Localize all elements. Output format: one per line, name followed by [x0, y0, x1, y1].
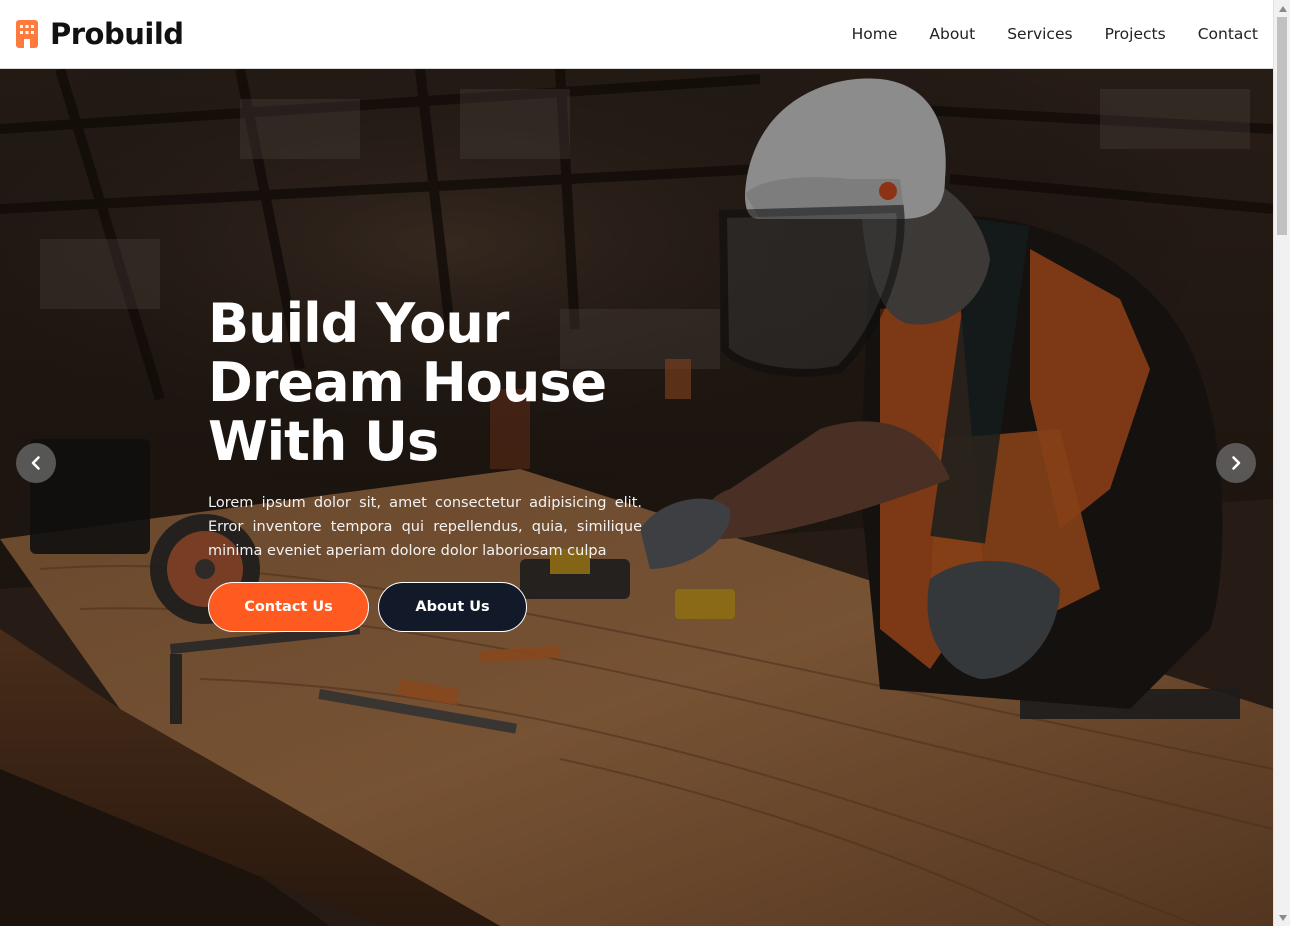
slider-prev-button[interactable]: [16, 443, 56, 483]
chevron-left-icon: [31, 456, 40, 470]
main-nav: Home About Services Projects Contact: [852, 25, 1258, 43]
building-icon: [16, 20, 38, 48]
scrollbar-thumb[interactable]: [1277, 17, 1287, 235]
hero-buttons: Contact Us About Us: [208, 582, 642, 632]
nav-contact[interactable]: Contact: [1198, 25, 1258, 43]
hero-content: Build Your Dream House With Us Lorem ips…: [208, 294, 642, 632]
scroll-down-arrow-icon[interactable]: [1274, 909, 1290, 926]
vertical-scrollbar[interactable]: [1273, 0, 1290, 926]
brand-name: Probuild: [50, 17, 184, 51]
nav-services[interactable]: Services: [1007, 25, 1072, 43]
hero-slider: Build Your Dream House With Us Lorem ips…: [0, 69, 1273, 926]
nav-home[interactable]: Home: [852, 25, 898, 43]
hero-description: Lorem ipsum dolor sit, amet consectetur …: [208, 495, 642, 559]
slider-next-button[interactable]: [1216, 443, 1256, 483]
nav-projects[interactable]: Projects: [1105, 25, 1166, 43]
site-header: Probuild Home About Services Projects Co…: [0, 0, 1273, 69]
chevron-right-icon: [1232, 456, 1241, 470]
nav-about[interactable]: About: [929, 25, 975, 43]
page: Probuild Home About Services Projects Co…: [0, 0, 1290, 926]
contact-us-button[interactable]: Contact Us: [208, 582, 369, 632]
scroll-up-arrow-icon[interactable]: [1274, 0, 1290, 17]
brand[interactable]: Probuild: [15, 17, 184, 51]
about-us-button[interactable]: About Us: [378, 582, 527, 632]
hero-title: Build Your Dream House With Us: [208, 292, 607, 473]
